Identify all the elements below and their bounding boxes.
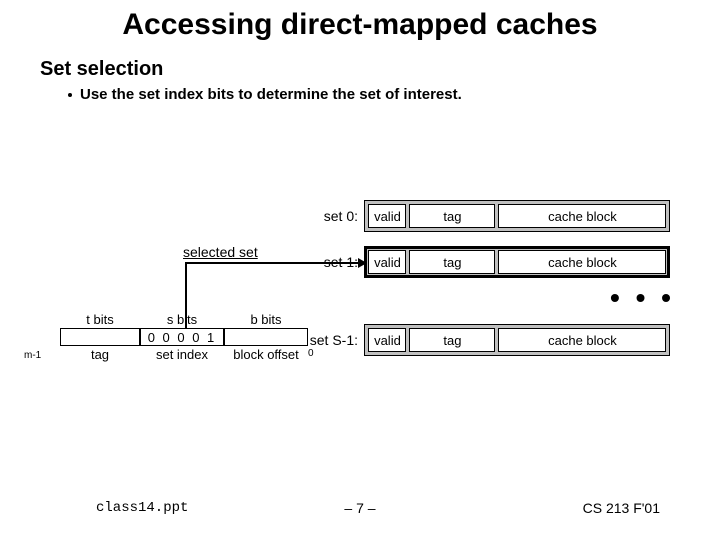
cache-set-row: set S-1: valid tag cache block — [300, 324, 670, 356]
set-label: set S-1: — [300, 332, 358, 348]
valid-cell: valid — [368, 250, 406, 274]
address-diagram: t bits s bits b bits 0 0 0 0 1 tag set i… — [60, 312, 308, 362]
selected-set-label: selected set — [183, 244, 258, 260]
cache-set-row: set 0: valid tag cache block — [300, 200, 670, 232]
cache-set-row-selected: set 1: valid tag cache block — [300, 246, 670, 278]
block-cell: cache block — [498, 328, 666, 352]
addr-below-s: set index — [140, 347, 224, 362]
block-cell: cache block — [498, 204, 666, 228]
section-heading: Set selection — [40, 58, 163, 81]
page-title: Accessing direct-mapped caches — [0, 8, 720, 42]
tag-cell: tag — [409, 204, 495, 228]
set-box: valid tag cache block — [364, 246, 670, 278]
addr-zero-label: 0 — [308, 348, 314, 359]
footer-course: CS 213 F'01 — [583, 500, 660, 516]
addr-header-t: t bits — [60, 312, 140, 327]
bullet-icon — [68, 93, 72, 97]
bullet-line: Use the set index bits to determine the … — [68, 86, 462, 103]
block-cell: cache block — [498, 250, 666, 274]
tag-cell: tag — [409, 328, 495, 352]
valid-cell: valid — [368, 328, 406, 352]
valid-cell: valid — [368, 204, 406, 228]
addr-box-s: 0 0 0 0 1 — [140, 328, 224, 346]
addr-below-b: block offset — [224, 347, 308, 362]
set-label: set 1: — [300, 254, 358, 270]
tag-cell: tag — [409, 250, 495, 274]
addr-below-t: tag — [60, 347, 140, 362]
bullet-text: Use the set index bits to determine the … — [80, 86, 462, 103]
addr-m-label: m-1 — [24, 350, 41, 361]
addr-box-t — [60, 328, 140, 346]
addr-header-s: s bits — [140, 312, 224, 327]
addr-box-b — [224, 328, 308, 346]
ellipsis: • • • — [610, 282, 675, 314]
addr-header-b: b bits — [224, 312, 308, 327]
set-label: set 0: — [300, 208, 358, 224]
set-box: valid tag cache block — [364, 200, 670, 232]
set-box: valid tag cache block — [364, 324, 670, 356]
